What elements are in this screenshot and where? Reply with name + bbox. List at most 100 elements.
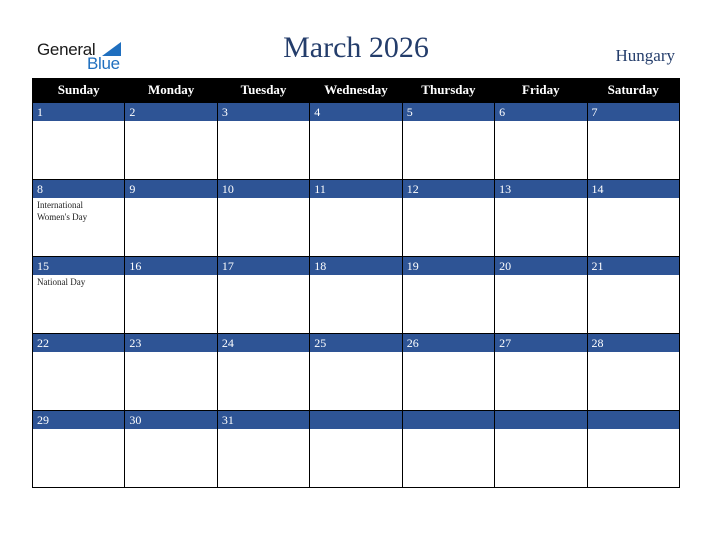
day-cell[interactable]: 2 (124, 102, 218, 180)
holiday-label (310, 352, 388, 354)
weekday-header: Thursday (401, 78, 496, 103)
day-cell[interactable]: 8 International Women's Day (31, 179, 126, 257)
weekday-header: Sunday (31, 78, 126, 103)
day-cell[interactable] (309, 410, 403, 488)
day-number: 24 (217, 334, 310, 352)
holiday-label (495, 429, 573, 431)
holiday-label (495, 121, 573, 123)
day-number: 27 (495, 334, 587, 352)
holiday-label (310, 275, 388, 277)
day-cell[interactable]: 15 National Day (31, 256, 126, 334)
day-cell[interactable] (401, 410, 496, 488)
holiday-label (310, 121, 388, 123)
holiday-label (588, 121, 666, 123)
day-cell[interactable]: 23 (124, 333, 218, 411)
day-number: 26 (402, 334, 495, 352)
day-cell[interactable]: 21 (586, 256, 681, 334)
day-cell[interactable]: 27 (494, 333, 588, 411)
day-cell[interactable]: 26 (401, 333, 496, 411)
holiday-label (33, 352, 111, 354)
day-number: 8 (33, 180, 125, 198)
holiday-label (33, 429, 111, 431)
holiday-label (125, 121, 203, 123)
day-cell[interactable]: 24 (216, 333, 311, 411)
day-number: 30 (125, 411, 217, 429)
holiday-label (125, 275, 203, 277)
holiday-label (495, 198, 573, 200)
day-number: 29 (33, 411, 125, 429)
day-number: 4 (310, 103, 402, 121)
day-cell[interactable]: 20 (494, 256, 588, 334)
holiday-label (588, 198, 666, 200)
week-row: 1234567 (31, 102, 681, 180)
calendar-grid: Sunday Monday Tuesday Wednesday Thursday… (31, 78, 681, 488)
day-cell[interactable]: 10 (216, 179, 311, 257)
day-number: 19 (402, 257, 495, 275)
day-number: 12 (402, 180, 495, 198)
holiday-label (218, 121, 296, 123)
day-cell[interactable]: 22 (31, 333, 126, 411)
country-label: Hungary (615, 46, 675, 65)
weekday-header: Monday (124, 78, 218, 103)
day-cell[interactable]: 16 (124, 256, 218, 334)
day-cell[interactable]: 7 (586, 102, 681, 180)
day-cell[interactable]: 13 (494, 179, 588, 257)
week-row: 15 National Day 16 17 18 19 20 21 (31, 256, 681, 334)
holiday-label (125, 198, 203, 200)
day-number (402, 411, 495, 429)
day-cell[interactable]: 29 (31, 410, 126, 488)
day-cell[interactable] (586, 410, 681, 488)
day-cell[interactable]: 17 (216, 256, 311, 334)
weekday-header-row: Sunday Monday Tuesday Wednesday Thursday… (31, 78, 681, 103)
day-cell[interactable]: 3 (216, 102, 311, 180)
day-number: 15 (33, 257, 125, 275)
holiday-label (33, 121, 111, 123)
holiday-label (403, 352, 481, 354)
holiday-label (125, 352, 203, 354)
day-number: 23 (125, 334, 217, 352)
day-cell[interactable]: 11 (309, 179, 403, 257)
day-cell[interactable]: 28 (586, 333, 681, 411)
day-cell[interactable]: 5 (401, 102, 496, 180)
week-row: 29 30 31 (31, 410, 681, 488)
day-cell[interactable]: 1 (31, 102, 126, 180)
holiday-label (495, 275, 573, 277)
holiday-label (218, 429, 296, 431)
day-cell[interactable]: 18 (309, 256, 403, 334)
day-number: 14 (587, 180, 679, 198)
holiday-label (403, 198, 481, 200)
day-number (587, 411, 679, 429)
day-cell[interactable]: 6 (494, 102, 588, 180)
day-number (495, 411, 587, 429)
day-number: 20 (495, 257, 587, 275)
weekday-header: Wednesday (309, 78, 403, 103)
day-cell[interactable]: 14 (586, 179, 681, 257)
day-cell[interactable]: 30 (124, 410, 218, 488)
holiday-label: National Day (37, 277, 86, 287)
holiday-label (403, 275, 481, 277)
holiday-label (403, 429, 481, 431)
day-cell[interactable] (494, 410, 588, 488)
week-row: 22 23 24 25 26 27 28 (31, 333, 681, 411)
day-number: 17 (217, 257, 310, 275)
holiday-label (588, 429, 666, 431)
day-number: 9 (125, 180, 217, 198)
day-number: 25 (310, 334, 402, 352)
day-cell[interactable]: 9 (124, 179, 218, 257)
holiday-label (218, 275, 296, 277)
holiday-label (403, 121, 481, 123)
holiday-label (495, 352, 573, 354)
day-cell[interactable]: 4 (309, 102, 403, 180)
holiday-label (218, 198, 296, 200)
day-number: 11 (310, 180, 402, 198)
day-cell[interactable]: 31 (216, 410, 311, 488)
weekday-header: Friday (494, 78, 588, 103)
day-number: 28 (587, 334, 679, 352)
day-number (310, 411, 402, 429)
holiday-label (588, 275, 666, 277)
day-number: 13 (495, 180, 587, 198)
day-cell[interactable]: 12 (401, 179, 496, 257)
day-number: 22 (33, 334, 125, 352)
day-cell[interactable]: 25 (309, 333, 403, 411)
day-cell[interactable]: 19 (401, 256, 496, 334)
